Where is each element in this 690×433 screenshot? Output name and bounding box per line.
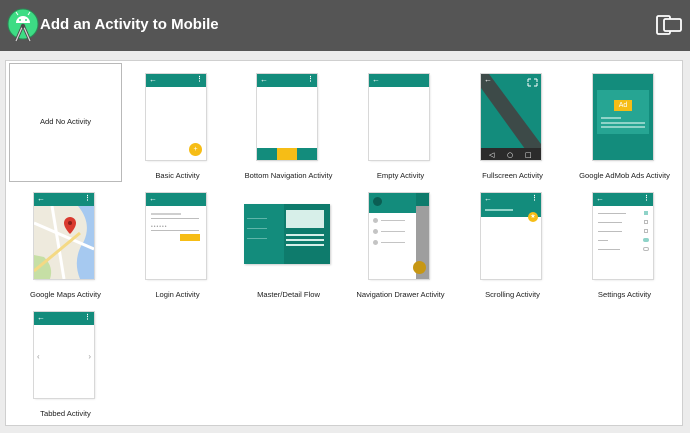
activity-tile-master-detail[interactable]: Master/Detail Flow: [232, 182, 345, 301]
back-arrow-icon: ←: [596, 194, 604, 203]
activity-thumbnail: ← ••••••: [146, 193, 206, 279]
chevron-right-icon: ›: [88, 352, 91, 361]
device-form-factor-icon[interactable]: [656, 14, 682, 36]
activity-tile-add-no-activity[interactable]: Add No Activity: [9, 63, 122, 182]
activity-gallery: Add No Activity ← ⋮ + Basic Activity ← ⋮ B…: [5, 60, 683, 426]
back-arrow-icon: ←: [149, 75, 157, 84]
back-arrow-icon: ←: [260, 75, 268, 84]
activity-thumbnail: [244, 204, 330, 264]
activity-thumbnail: ← ⋮: [34, 193, 94, 279]
activity-label: Scrolling Activity: [485, 290, 540, 299]
chevron-left-icon: ‹: [37, 352, 40, 361]
activity-tile-settings[interactable]: ← ⋮ Settings Activity: [568, 182, 681, 301]
title-bar: Add an Activity to Mobile: [0, 0, 690, 51]
activity-label: Basic Activity: [155, 171, 200, 180]
activity-tile-empty[interactable]: ← Empty Activity: [344, 63, 457, 182]
activity-thumbnail: ← ⋮ ‹ ›: [34, 312, 94, 398]
overflow-menu-icon: ⋮: [643, 195, 650, 202]
activity-tile-fullscreen[interactable]: ◁ ○ □ ← Fullscreen Activity: [456, 63, 569, 182]
back-arrow-icon: ←: [37, 313, 45, 322]
activity-label: Google AdMob Ads Activity: [579, 171, 670, 180]
activity-tile-google-maps[interactable]: ← ⋮ Google Maps Activity: [9, 182, 122, 301]
back-arrow-icon: ←: [484, 194, 492, 203]
back-arrow-icon: ←: [149, 194, 157, 203]
svg-text:□: □: [525, 151, 532, 159]
svg-text:○: ○: [507, 151, 513, 159]
activity-label: Settings Activity: [597, 290, 652, 299]
activity-thumbnail: ← ⋮ ★: [481, 193, 541, 279]
back-arrow-icon: ←: [372, 75, 380, 84]
back-arrow-icon: ←: [484, 75, 492, 84]
activity-tile-tabbed[interactable]: ← ⋮ ‹ › Tabbed Activity: [9, 301, 122, 420]
fab-icon: ★: [528, 212, 538, 222]
overflow-menu-icon: ⋮: [84, 195, 91, 202]
activity-label: Master/Detail Flow: [257, 290, 320, 299]
activity-tile-scrolling[interactable]: ← ⋮ ★ Scrolling Activity: [456, 182, 569, 301]
activity-thumbnail: ← ⋮: [257, 74, 317, 160]
fab-icon: +: [189, 143, 202, 156]
activity-tile-admob[interactable]: Ad Google AdMob Ads Activity: [568, 63, 681, 182]
activity-thumbnail: ◁ ○ □ ←: [481, 74, 541, 160]
activity-thumbnail: Ad: [593, 74, 653, 160]
overflow-menu-icon: ⋮: [196, 76, 203, 83]
activity-label: Fullscreen Activity: [482, 171, 543, 180]
activity-thumbnail: ← ⋮ +: [146, 74, 206, 160]
activity-tile-login[interactable]: ← •••••• Login Activity: [121, 182, 234, 301]
activity-label: Bottom Navigation Activity: [244, 171, 333, 180]
activity-tile-navigation-drawer[interactable]: Navigation Drawer Activity: [344, 182, 457, 301]
activity-thumbnail: [369, 193, 429, 279]
overflow-menu-icon: ⋮: [307, 76, 314, 83]
ad-badge: Ad: [614, 100, 632, 111]
activity-label: Login Activity: [155, 290, 200, 299]
overflow-menu-icon: ⋮: [84, 314, 91, 321]
android-studio-logo-icon: [7, 8, 39, 42]
activity-tile-bottom-navigation[interactable]: ← ⋮ Bottom Navigation Activity: [232, 63, 345, 182]
overflow-menu-icon: ⋮: [531, 195, 538, 202]
activity-label: Tabbed Activity: [40, 409, 91, 418]
window-title: Add an Activity to Mobile: [40, 16, 219, 33]
activity-label: Navigation Drawer Activity: [356, 290, 445, 299]
activity-thumbnail: ← ⋮: [593, 193, 653, 279]
activity-thumbnail: ←: [369, 74, 429, 160]
activity-label: Empty Activity: [376, 171, 425, 180]
back-arrow-icon: ←: [37, 194, 45, 203]
svg-text:◁: ◁: [489, 151, 495, 159]
activity-tile-basic[interactable]: ← ⋮ + Basic Activity: [121, 63, 234, 182]
activity-label: Add No Activity: [39, 117, 92, 126]
activity-label: Google Maps Activity: [30, 290, 101, 299]
